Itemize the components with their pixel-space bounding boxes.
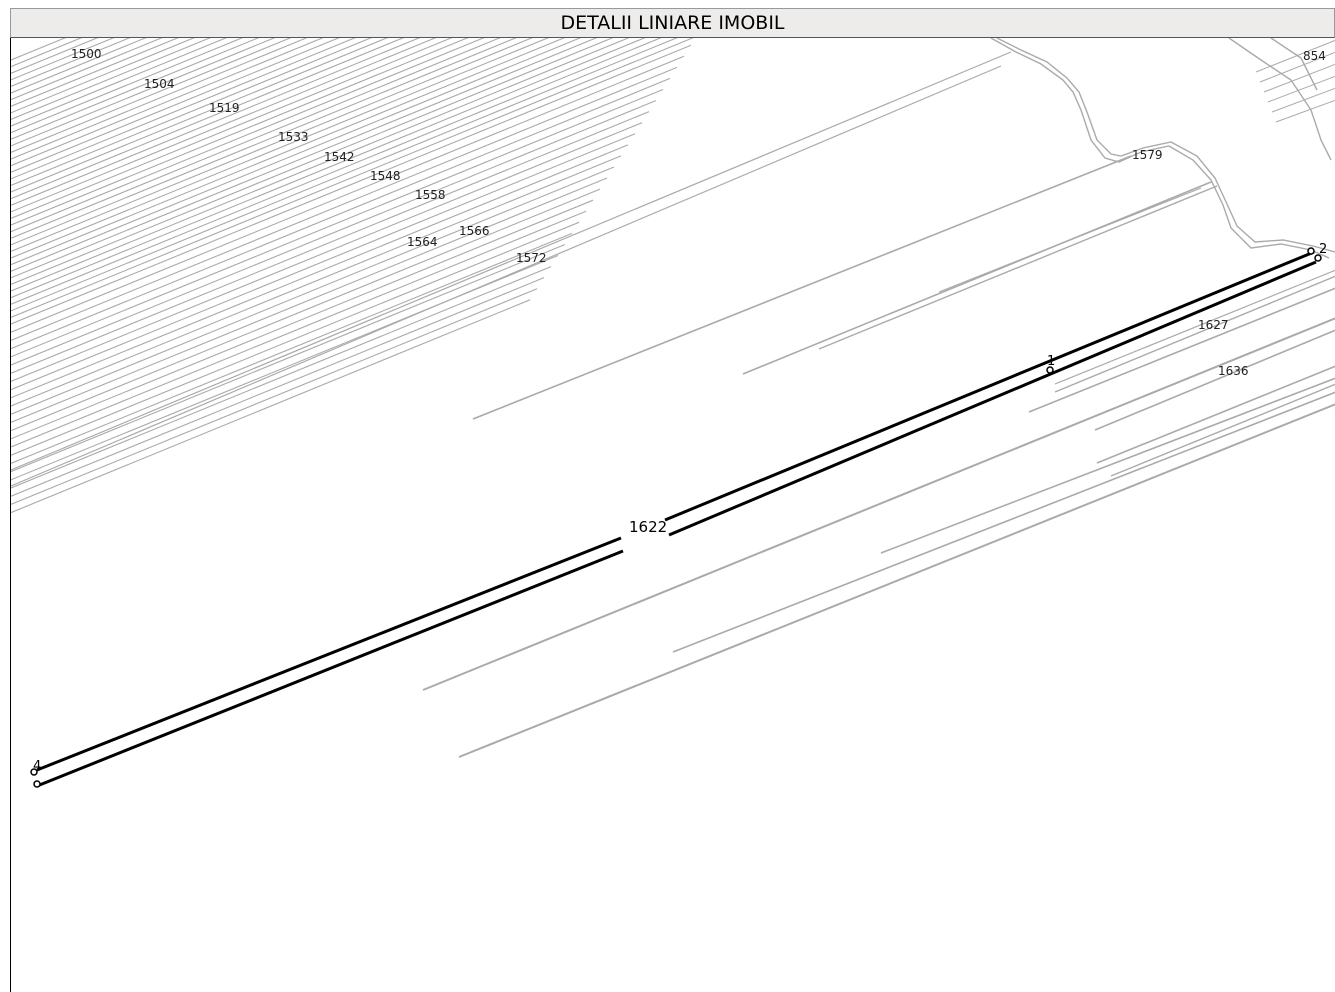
subject-parcel-1622[interactable] (36, 250, 1317, 788)
parcel-label-1504: 1504 (144, 77, 175, 91)
parcel-boundary-line (11, 38, 356, 180)
parcel-label-1548: 1548 (370, 169, 401, 183)
parcel-boundary-line (1110, 383, 1335, 477)
parcel-boundary-line (11, 166, 615, 415)
parcel-label-1566: 1566 (459, 224, 490, 238)
parcel-label-1564: 1564 (407, 235, 438, 249)
parcel-boundary-line (11, 38, 598, 279)
parcel-boundary-line (11, 38, 195, 114)
parcel-boundary-line (11, 88, 664, 358)
parcel-boundary-line (11, 38, 485, 233)
vertex-2-label: 2 (1319, 242, 1327, 257)
parcel-label-1542: 1542 (324, 150, 355, 164)
road-boundary (990, 38, 1335, 259)
parcel-boundary-line (1263, 63, 1335, 93)
parcel-boundary-line (458, 403, 1335, 758)
map-title: DETALII LINIARE IMOBIL (560, 12, 785, 34)
map-title-bar: DETALII LINIARE IMOBIL (10, 8, 1335, 38)
subject-parcel-label: 1622 (629, 518, 667, 536)
parcel-label-854: 854 (1303, 49, 1326, 63)
parcel-boundary-line (11, 155, 622, 407)
parcel-label-1579: 1579 (1132, 148, 1163, 162)
parcel-boundary-line (422, 317, 1335, 691)
neighbor-parcel-lines (11, 38, 1335, 758)
vertex-2-marker-a (1307, 247, 1315, 255)
parcel-boundary-line (11, 38, 694, 318)
parcel-label-1519: 1519 (209, 101, 240, 115)
parcel-boundary-line (1054, 269, 1335, 385)
parcel-boundary-line (11, 288, 538, 505)
parcel-label-1572: 1572 (516, 251, 547, 265)
vertex-1-label: 1 (1047, 354, 1055, 369)
parcel-boundary-line (11, 266, 552, 489)
parcel-label-1636: 1636 (1218, 364, 1249, 378)
parcel-boundary-line (11, 38, 582, 272)
parcel-boundary-line (11, 51, 1012, 471)
parcel-boundary-line (11, 188, 601, 432)
parcel-boundary-line (818, 185, 1218, 350)
parcel-boundary-line (742, 181, 1212, 375)
parcel-boundary-line (11, 38, 678, 312)
parcel-boundary-line (1267, 75, 1335, 103)
parcel-boundary-line (11, 277, 545, 497)
parcel-boundary-line (11, 144, 629, 399)
parcel-boundary-line (938, 187, 1202, 293)
parcel-boundary-line (672, 391, 1335, 653)
parcel-label-1627: 1627 (1198, 318, 1229, 332)
parcel-boundary-line (11, 38, 260, 140)
parcel-label-1500: 1500 (71, 47, 102, 61)
vertex-4-marker-b (33, 780, 41, 788)
vertex-4-label: 4 (33, 759, 41, 774)
parcel-boundary-line (11, 299, 531, 514)
parcel-boundary-line (11, 243, 566, 473)
map-svg: 1500 1504 1519 1533 1542 1548 1558 1564 … (11, 38, 1335, 788)
parcel-boundary-line (11, 100, 657, 366)
parcel-boundary-line (1275, 99, 1335, 123)
parcel-label-1533: 1533 (278, 130, 309, 144)
parcel-boundary-line (11, 232, 573, 464)
parcel-boundary-line (11, 44, 692, 325)
parcel-boundary-line (11, 38, 276, 147)
map-canvas[interactable]: 1500 1504 1519 1533 1542 1548 1558 1564 … (10, 38, 1335, 992)
parcel-label-1558: 1558 (415, 188, 446, 202)
parcel-boundary-line (11, 38, 372, 186)
parcel-boundary-line (11, 38, 662, 305)
parcel-boundary-line (472, 155, 1132, 420)
